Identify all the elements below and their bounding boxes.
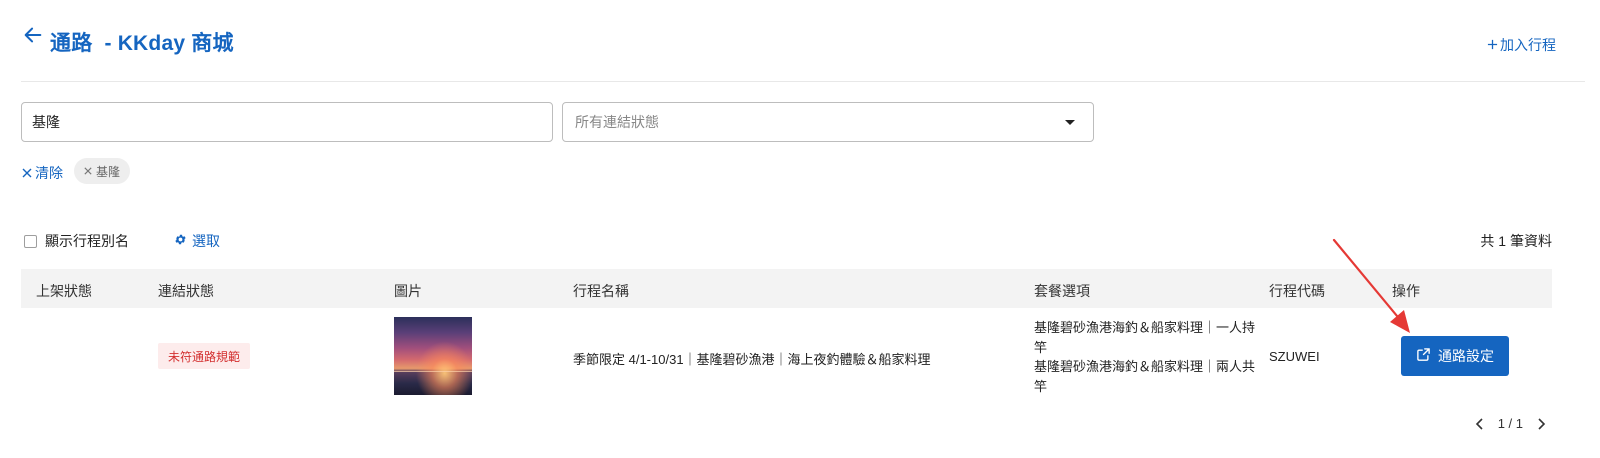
column-header-package-options: 套餐選項 xyxy=(1034,283,1090,299)
column-header-trip-code: 行程代碼 xyxy=(1269,283,1325,299)
plus-icon xyxy=(1487,37,1498,53)
link-status-badge: 未符通路規範 xyxy=(158,343,251,369)
column-header-trip-name: 行程名稱 xyxy=(573,283,629,299)
caret-down-icon xyxy=(1065,119,1075,125)
trip-thumbnail-image xyxy=(394,317,472,395)
pagination: 1 / 1 xyxy=(1475,416,1546,431)
select-columns-button[interactable]: 選取 xyxy=(174,231,220,251)
trip-name-cell: 季節限定 4/1-10/31｜基隆碧砂漁港｜海上夜釣體驗＆船家料理 xyxy=(573,352,931,367)
select-columns-label: 選取 xyxy=(192,233,220,249)
search-input[interactable] xyxy=(21,102,553,142)
show-alias-toggle[interactable]: 顯示行程別名 xyxy=(24,231,129,251)
total-count: 共 1 筆資料 xyxy=(1480,233,1552,249)
back-arrow-icon[interactable] xyxy=(22,24,44,46)
column-header-link-status: 連結狀態 xyxy=(158,283,214,299)
add-trip-button[interactable]: 加入行程 xyxy=(1487,35,1556,55)
chip-label: 基隆 xyxy=(96,164,121,179)
close-icon xyxy=(22,165,32,181)
show-alias-label: 顯示行程別名 xyxy=(45,233,129,249)
filter-chip[interactable]: 基隆 xyxy=(74,158,131,184)
link-status-placeholder: 所有連結狀態 xyxy=(575,114,659,130)
chevron-right-icon[interactable] xyxy=(1537,417,1546,430)
page-info: 1 / 1 xyxy=(1497,416,1523,431)
channel-settings-label: 通路設定 xyxy=(1438,348,1494,364)
clear-filters-button[interactable]: 清除 xyxy=(22,163,63,183)
package-options-cell: 基隆碧砂漁港海釣＆船家料理｜一人持竿 基隆碧砂漁港海釣＆船家料理｜兩人共竿 xyxy=(1034,318,1258,396)
external-link-icon xyxy=(1416,347,1431,365)
clear-label: 清除 xyxy=(35,165,63,181)
gear-icon xyxy=(174,233,187,249)
channel-settings-button[interactable]: 通路設定 xyxy=(1401,336,1509,376)
chevron-left-icon[interactable] xyxy=(1475,417,1484,430)
add-trip-label: 加入行程 xyxy=(1500,37,1556,53)
header-divider xyxy=(21,81,1585,82)
package-option: 基隆碧砂漁港海釣＆船家料理｜兩人共竿 xyxy=(1034,359,1256,394)
column-header-image: 圖片 xyxy=(394,283,422,299)
page-title: 通路 - KKday 商城 xyxy=(50,32,234,55)
chip-close-icon[interactable] xyxy=(84,164,92,178)
column-header-listing-status: 上架狀態 xyxy=(36,283,92,299)
column-header-actions: 操作 xyxy=(1392,283,1420,299)
package-option: 基隆碧砂漁港海釣＆船家料理｜一人持竿 xyxy=(1034,320,1256,355)
show-alias-checkbox[interactable] xyxy=(24,234,37,248)
trip-code-cell: SZUWEI xyxy=(1269,349,1320,364)
link-status-select[interactable]: 所有連結狀態 xyxy=(562,102,1094,142)
